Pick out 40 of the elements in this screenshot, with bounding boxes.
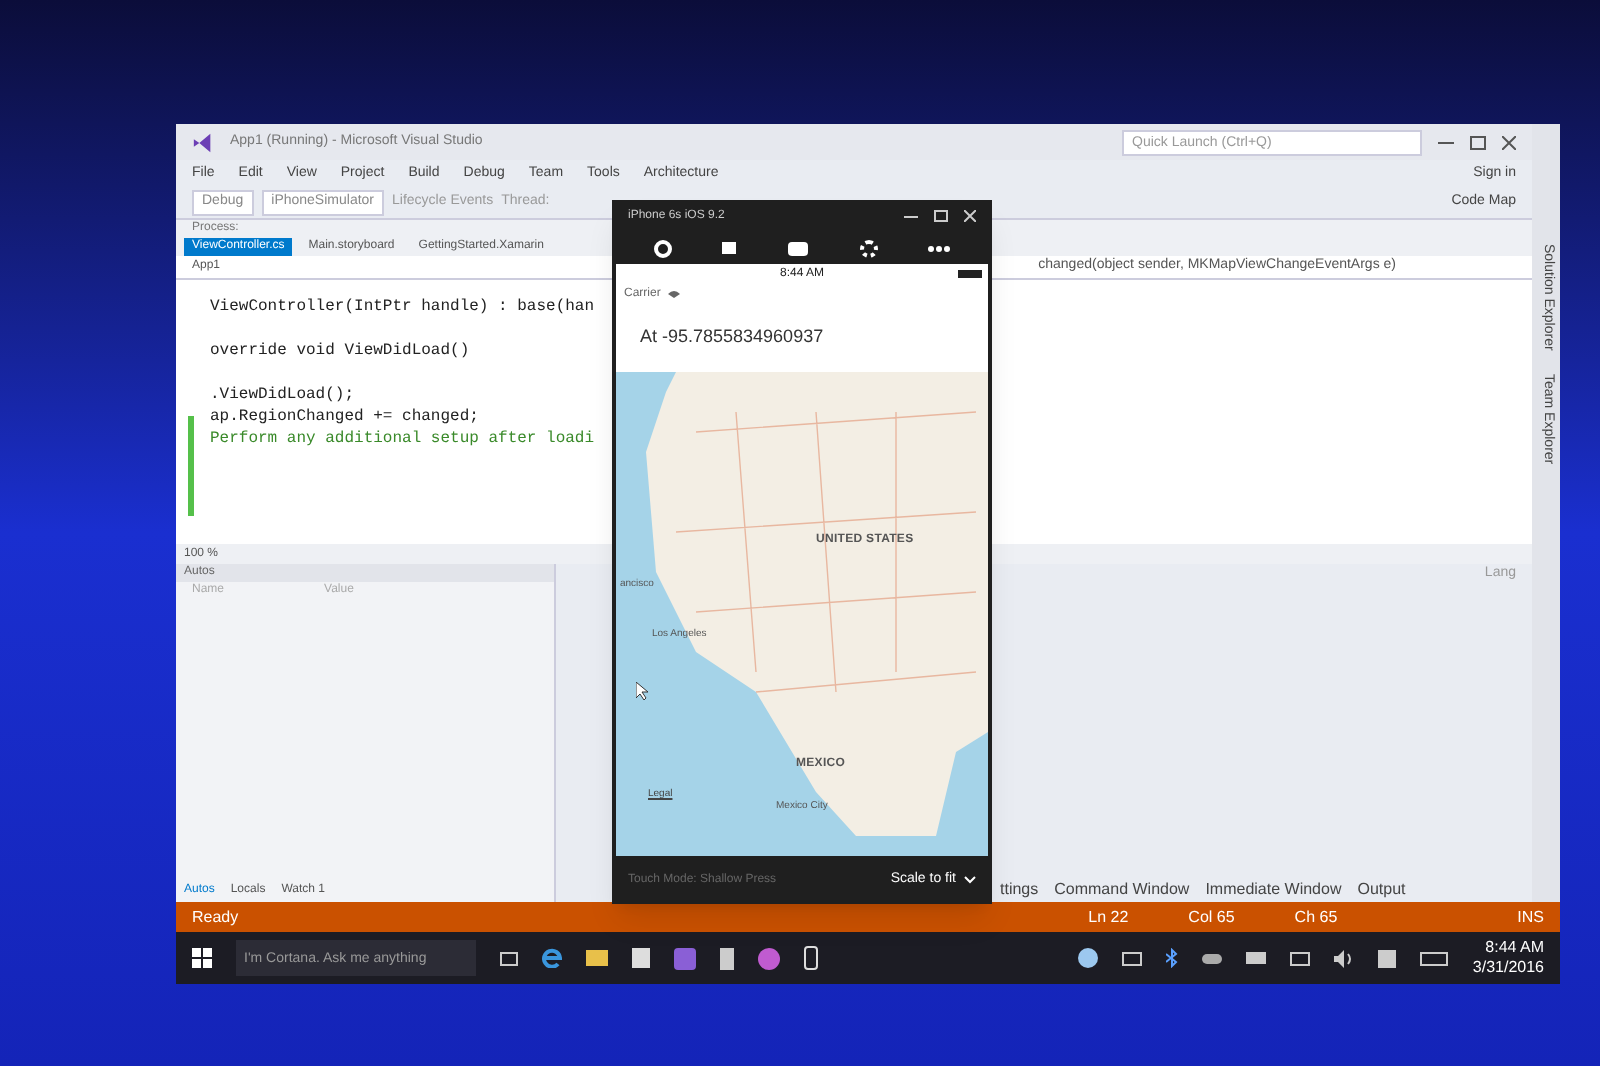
network-icon[interactable]	[1290, 951, 1311, 965]
character-number: Ch 65	[1294, 905, 1338, 929]
restore-icon[interactable]	[1470, 135, 1486, 149]
code-line: override void ViewDidLoad()	[210, 340, 472, 362]
change-marker	[188, 416, 194, 516]
panel-tab[interactable]: Output	[1357, 877, 1406, 901]
app-icon[interactable]	[758, 947, 780, 969]
cloud-icon[interactable]	[1202, 953, 1223, 963]
status-text: Ready	[192, 905, 239, 929]
task-view-icon[interactable]	[500, 951, 518, 965]
visual-studio-icon[interactable]	[674, 947, 696, 969]
line-number: Ln 22	[1088, 905, 1129, 929]
phone-icon[interactable]	[804, 946, 818, 970]
more-icon[interactable]	[928, 245, 951, 251]
code-line: ViewController(IntPtr handle) : base(han	[210, 296, 595, 318]
code-line: ap.RegionChanged += changed;	[210, 406, 481, 428]
cursor-icon	[636, 682, 648, 700]
visual-studio-logo-icon	[192, 131, 214, 153]
clock-time: 8:44 AM	[1485, 938, 1544, 958]
code-line: .ViewDidLoad();	[210, 384, 357, 406]
close-icon[interactable]	[1502, 135, 1516, 149]
minimize-icon[interactable]	[904, 215, 918, 217]
windows-logo-icon[interactable]	[192, 948, 212, 968]
bluetooth-icon[interactable]	[1166, 948, 1179, 968]
chevron-down-icon[interactable]	[964, 876, 976, 884]
location-label: At -95.7855834960937	[640, 324, 824, 351]
panel-tab[interactable]: Command Window	[1054, 877, 1190, 901]
home-icon[interactable]	[653, 239, 672, 257]
panel-tab[interactable]: ttings	[1000, 877, 1039, 901]
column-number: Col 65	[1188, 905, 1235, 929]
insert-mode: INS	[1517, 905, 1544, 929]
volume-icon[interactable]	[1334, 949, 1355, 967]
clock-date: 3/31/2016	[1472, 958, 1544, 978]
code-comment: Perform any additional setup after loadi	[210, 428, 595, 450]
minimize-icon[interactable]	[1438, 141, 1454, 143]
display-icon[interactable]	[1122, 951, 1143, 965]
keyboard-icon[interactable]	[1420, 951, 1449, 965]
panel-tab[interactable]: Immediate Window	[1205, 877, 1342, 901]
sync-icon[interactable]	[1078, 948, 1099, 968]
browser-icon[interactable]	[542, 948, 562, 968]
